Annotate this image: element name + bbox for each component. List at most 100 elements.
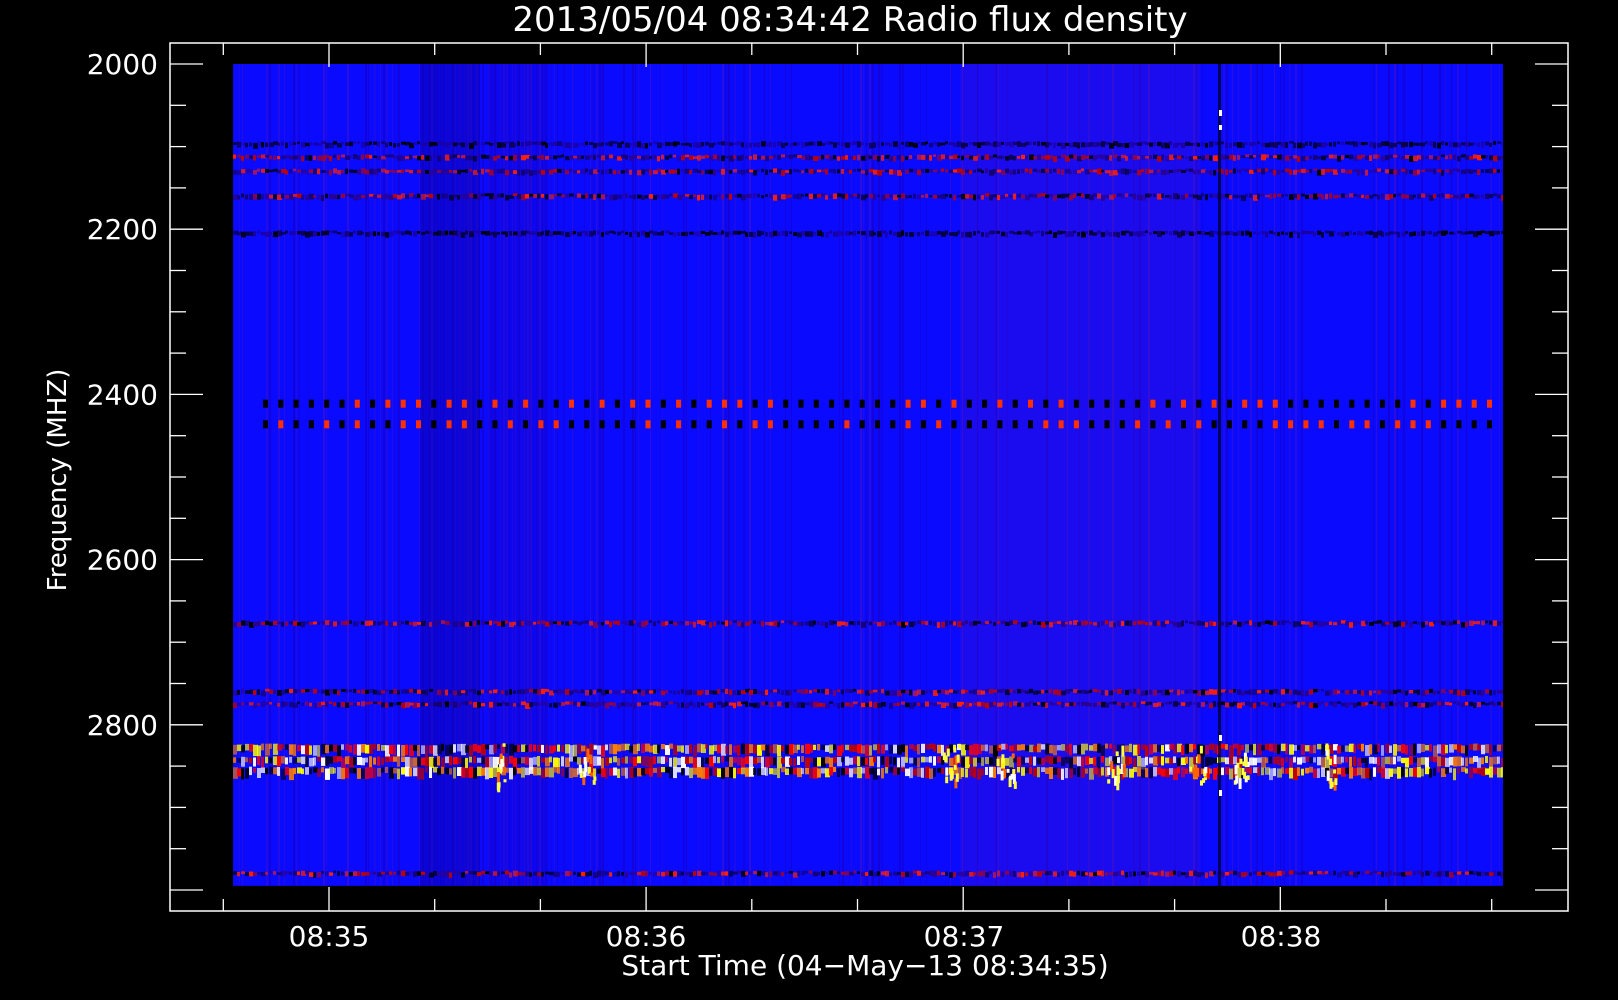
band-segment <box>241 768 244 780</box>
band-segment <box>545 194 548 200</box>
band-segment <box>533 155 537 161</box>
band-segment <box>841 156 845 160</box>
band-segment <box>1477 702 1481 708</box>
band-segment <box>1245 620 1249 624</box>
band-segment <box>617 871 620 877</box>
band-segment <box>1253 155 1256 158</box>
band-segment <box>749 142 752 148</box>
band-segment <box>801 170 804 174</box>
hot-spot <box>942 752 946 761</box>
band-segment <box>801 141 805 148</box>
band-segment <box>1273 621 1277 626</box>
band-segment <box>837 703 840 709</box>
band-segment <box>921 872 925 877</box>
band-segment <box>649 230 653 234</box>
band-segment <box>1185 689 1189 694</box>
heatmap-stripe <box>368 64 369 886</box>
band-segment <box>649 194 653 199</box>
band-segment <box>937 756 941 763</box>
band-segment <box>241 688 244 694</box>
hot-spot <box>590 772 593 777</box>
band-dot <box>1410 399 1416 408</box>
band-segment <box>1153 193 1156 197</box>
band-segment <box>1177 194 1180 200</box>
band-segment <box>945 169 948 173</box>
band-segment <box>981 195 984 200</box>
band-segment <box>245 757 248 763</box>
band-segment <box>1061 870 1064 876</box>
band-segment <box>917 169 921 176</box>
band-segment <box>361 231 364 235</box>
band-segment <box>801 621 804 626</box>
band-segment <box>1229 143 1232 148</box>
band-segment <box>437 193 440 200</box>
band-segment <box>977 768 981 780</box>
band-segment <box>785 620 789 623</box>
band-segment <box>269 702 272 705</box>
band-segment <box>689 701 693 706</box>
band-segment <box>1461 622 1465 628</box>
band-segment <box>1397 872 1401 876</box>
band-segment <box>1049 230 1052 234</box>
band-segment <box>1393 756 1396 765</box>
band-segment <box>761 621 764 627</box>
band-segment <box>1269 872 1273 877</box>
band-segment <box>489 620 492 626</box>
band-segment <box>625 193 628 199</box>
hot-spot <box>1011 753 1015 759</box>
band-segment <box>1485 155 1488 159</box>
band-segment <box>1025 155 1028 160</box>
band-segment <box>1317 230 1321 235</box>
band-segment <box>709 871 713 876</box>
band-segment <box>253 690 256 695</box>
band-segment <box>545 744 548 755</box>
band-segment <box>1021 231 1025 235</box>
band-segment <box>925 621 928 626</box>
band-segment <box>573 744 577 757</box>
band-segment <box>853 870 856 874</box>
band-segment <box>337 745 341 757</box>
band-segment <box>681 768 684 776</box>
band-segment <box>689 872 693 877</box>
band-segment <box>733 155 736 159</box>
band-segment <box>357 169 361 175</box>
band-segment <box>1053 168 1056 173</box>
band-segment <box>813 689 817 693</box>
band-segment <box>609 154 613 159</box>
band-segment <box>1349 690 1353 694</box>
band-segment <box>993 154 997 158</box>
band-segment <box>1369 768 1372 781</box>
band-segment <box>889 156 893 162</box>
band-segment <box>513 703 516 707</box>
band-segment <box>1229 622 1232 625</box>
band-segment <box>1161 154 1164 161</box>
band-dot <box>1257 399 1263 408</box>
band-segment <box>1145 690 1148 696</box>
band-segment <box>1213 170 1216 176</box>
band-segment <box>961 768 964 777</box>
band-segment <box>1109 170 1113 177</box>
band-segment <box>349 155 352 159</box>
hot-spot <box>1325 750 1329 756</box>
band-segment <box>233 702 237 709</box>
band-segment <box>865 744 869 757</box>
band-segment <box>597 622 600 625</box>
band-segment <box>925 701 929 707</box>
band-segment <box>321 195 324 202</box>
band-segment <box>1149 744 1153 755</box>
hot-spot <box>1115 751 1119 757</box>
band-segment <box>1477 142 1480 147</box>
band-segment <box>613 767 617 776</box>
band-segment <box>257 768 261 778</box>
band-segment <box>1213 701 1216 707</box>
band-segment <box>1049 155 1053 160</box>
band-segment <box>997 141 1001 147</box>
band-segment <box>1137 231 1141 237</box>
band-segment <box>997 767 1001 775</box>
band-segment <box>1093 232 1097 236</box>
band-segment <box>425 622 429 627</box>
band-segment <box>329 744 333 752</box>
band-segment <box>661 871 665 877</box>
band-segment <box>1037 141 1040 147</box>
band-dot <box>676 420 682 429</box>
